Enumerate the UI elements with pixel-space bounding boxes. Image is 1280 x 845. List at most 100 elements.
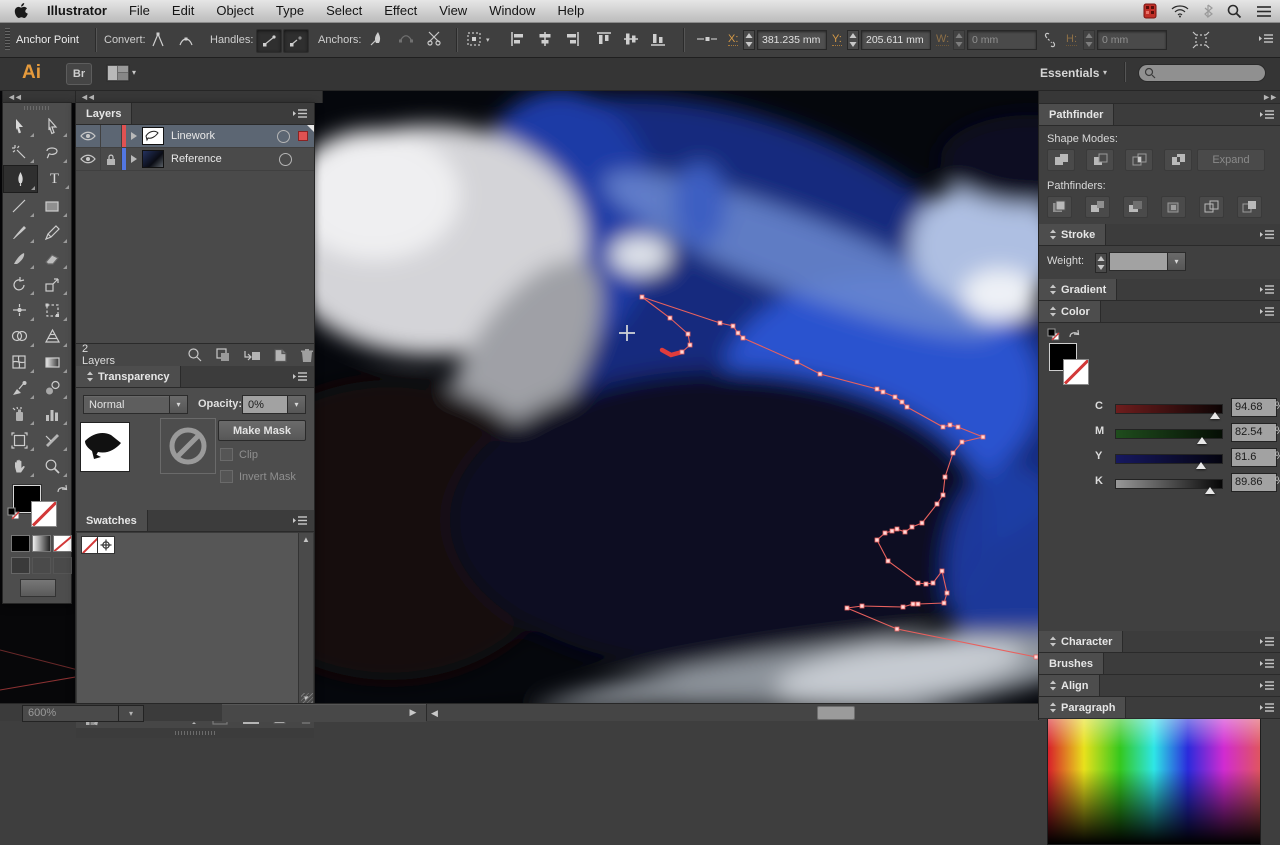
shape-mode-unite-button[interactable] [1047,149,1075,171]
opacity-caret[interactable]: ▾ [287,395,306,414]
transparency-panel-menu-icon[interactable] [292,371,308,382]
convert-to-corner-icon[interactable] [150,31,166,49]
layers-panel-menu-icon[interactable] [292,108,308,119]
control-panel-menu-icon[interactable] [1258,33,1274,44]
new-layer-icon[interactable] [273,348,288,363]
tool-blob-brush[interactable] [3,245,36,271]
color-button[interactable] [11,535,30,552]
zoom-level-caret[interactable]: ▾ [118,705,144,722]
channel-value[interactable]: 94.68 [1231,398,1277,417]
channel-thumb[interactable] [1197,437,1208,444]
align-top-icon[interactable] [596,31,612,47]
tool-column-graph[interactable] [36,401,69,427]
visibility-toggle[interactable] [76,125,101,147]
tool-line-segment[interactable] [3,193,36,219]
expand-layer-icon[interactable] [126,125,142,147]
tool-eraser[interactable] [36,245,69,271]
paragraph-panel-menu-icon[interactable] [1259,702,1275,713]
draw-inside-button[interactable] [53,557,72,574]
tab-stroke[interactable]: Stroke [1039,224,1107,245]
tool-eyedropper[interactable] [3,375,36,401]
stroke-color-well[interactable] [1063,359,1089,385]
default-fill-stroke-icon[interactable] [1047,328,1060,341]
swap-fill-stroke-icon[interactable] [55,483,69,495]
pathfinder-panel-menu-icon[interactable] [1259,109,1275,120]
draw-behind-button[interactable] [32,557,51,574]
draw-normal-button[interactable] [11,557,30,574]
layer-row-linework[interactable]: Linework [76,125,314,148]
reference-point-icon[interactable] [696,35,718,43]
align-panel-menu-icon[interactable] [1259,680,1275,691]
spotlight-icon[interactable] [1227,4,1242,19]
tool-lasso[interactable] [36,139,69,165]
remove-anchor-icon[interactable] [368,30,386,48]
new-sublayer-icon[interactable] [243,348,261,362]
notification-center-icon[interactable] [1256,5,1272,18]
visibility-toggle[interactable] [76,148,101,170]
menu-illustrator[interactable]: Illustrator [36,0,118,22]
wifi-icon[interactable] [1171,4,1189,18]
apple-menu-icon[interactable] [14,3,28,19]
zoom-level-field[interactable]: 600% [22,705,126,722]
tab-brushes[interactable]: Brushes [1039,653,1105,674]
gradient-button[interactable] [32,535,51,552]
layer-name[interactable]: Linework [171,130,277,142]
tab-paragraph[interactable]: Paragraph [1039,697,1127,718]
cut-path-icon[interactable] [426,30,444,46]
delete-layer-icon[interactable] [300,348,314,363]
align-right-icon[interactable] [564,31,580,47]
make-mask-button[interactable]: Make Mask [218,420,306,441]
swatches-scrollbar[interactable]: ▲ ▼ [298,533,313,705]
y-input[interactable]: 205.611 mm [861,30,931,50]
tool-symbol-sprayer[interactable] [3,401,36,427]
bluetooth-icon[interactable] [1203,4,1213,18]
expand-layer-icon[interactable] [126,148,142,170]
swap-fill-stroke-icon[interactable] [1067,328,1081,340]
tool-type[interactable]: T [38,165,71,191]
controlbar-grip[interactable] [5,28,10,50]
tool-zoom[interactable] [36,453,69,479]
scroll-up-icon[interactable]: ▲ [299,533,313,546]
group-bottom-grip[interactable] [76,728,314,738]
menu-type[interactable]: Type [265,0,315,22]
menu-edit[interactable]: Edit [161,0,205,22]
channel-track[interactable] [1115,454,1223,464]
go-to-bridge-button[interactable]: Br [66,63,92,85]
swatches-panel-menu-icon[interactable] [292,515,308,526]
channel-value[interactable]: 82.54 [1231,423,1277,442]
tool-rotate[interactable] [3,271,36,297]
align-left-icon[interactable] [510,31,526,47]
x-stepper[interactable] [743,30,755,50]
hide-handles-button[interactable] [283,29,309,53]
tool-width[interactable] [3,297,36,323]
pathfinder-outline-button[interactable] [1199,196,1224,218]
horizontal-scrollbar[interactable]: ◀ [426,704,1039,721]
tool-perspective-grid[interactable] [36,323,69,349]
default-fill-stroke-icon[interactable] [7,507,20,520]
none-button[interactable] [53,535,72,552]
weight-stepper[interactable] [1095,253,1107,273]
layer-thumbnail[interactable] [142,150,164,168]
shape-mode-intersect-button[interactable] [1125,149,1153,171]
stroke-panel-menu-icon[interactable] [1259,229,1275,240]
horizontal-scroll-thumb[interactable] [817,706,855,720]
channel-track[interactable] [1115,404,1223,414]
pathfinder-merge-button[interactable] [1123,196,1148,218]
channel-thumb[interactable] [1205,487,1216,494]
pathfinder-crop-button[interactable] [1161,196,1186,218]
show-handles-button[interactable] [256,29,282,53]
color-panel-menu-icon[interactable] [1259,306,1275,317]
blend-mode-select[interactable]: Normal [83,395,181,414]
x-label[interactable]: X: [728,33,739,46]
tab-pathfinder[interactable]: Pathfinder [1039,104,1115,125]
menu-window[interactable]: Window [478,0,546,22]
screen-record-icon[interactable] [1143,3,1157,19]
character-panel-menu-icon[interactable] [1259,636,1275,647]
tools-panel-grip[interactable] [3,103,71,113]
menu-help[interactable]: Help [546,0,595,22]
tab-layers[interactable]: Layers [76,103,133,124]
gradient-panel-menu-icon[interactable] [1259,284,1275,295]
channel-value[interactable]: 81.6 [1231,448,1277,467]
layer-target-icon[interactable] [279,152,292,166]
object-thumbnail[interactable] [80,422,130,472]
